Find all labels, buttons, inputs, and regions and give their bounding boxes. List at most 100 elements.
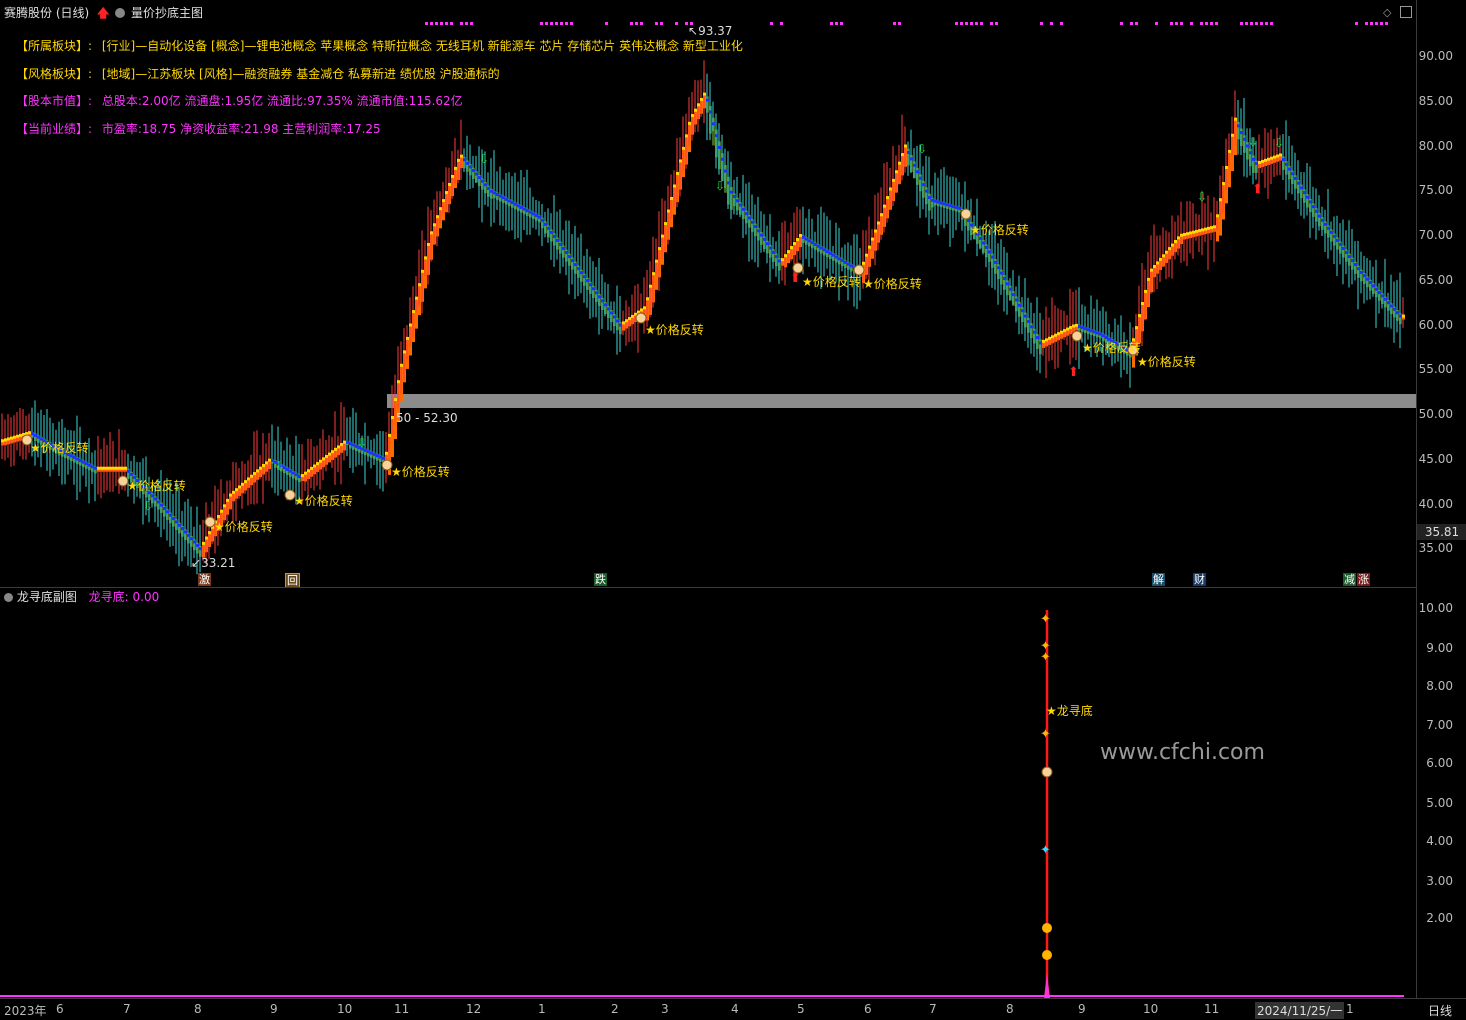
collapse-icon[interactable]: ◇ [1383, 6, 1391, 19]
trend-line-segment [1390, 304, 1393, 308]
trend-line-segment [1372, 284, 1375, 288]
top-marker [1175, 22, 1178, 25]
trend-line-segment [1378, 291, 1381, 295]
event-badge[interactable]: 财 [1193, 573, 1206, 586]
trend-line-segment [13, 435, 16, 439]
event-badge[interactable]: 减 [1343, 573, 1356, 586]
top-magenta-markers [425, 22, 1388, 25]
trend-line-segment [1393, 307, 1396, 311]
trend-line-segment [172, 517, 175, 521]
trend-line-segment [736, 199, 739, 203]
stock-name[interactable]: 赛腾股份 [4, 6, 52, 20]
trend-line-segment [445, 191, 448, 195]
top-marker [1375, 22, 1378, 25]
trend-line-segment [1312, 205, 1315, 209]
time-axis[interactable]: 2023年 6 7 8 9 10 11 12 1 2 3 4 5 6 7 8 9… [0, 998, 1466, 1020]
event-badge[interactable]: 涨 [1357, 573, 1370, 586]
top-marker [1060, 22, 1063, 25]
trend-line-segment [103, 466, 106, 470]
trend-line-segment [181, 527, 184, 531]
event-badge[interactable]: 激 [198, 573, 211, 586]
trend-line-segment [829, 251, 832, 255]
trend-line-segment [169, 513, 172, 517]
top-marker [1370, 22, 1373, 25]
gear-icon[interactable] [115, 8, 126, 18]
sub-indicator-name[interactable]: 龙寻底副图 [17, 590, 77, 604]
top-marker [995, 22, 998, 25]
trend-line-segment [952, 205, 955, 209]
event-badge[interactable]: 跌 [594, 573, 607, 586]
trend-line-segment [100, 466, 103, 470]
trend-line-segment [223, 504, 226, 508]
trend-line-segment [955, 205, 958, 209]
maximize-button[interactable] [1400, 6, 1412, 18]
trend-line-segment [388, 433, 391, 437]
trend-line-segment [1267, 157, 1270, 161]
top-marker [893, 22, 896, 25]
price-tick: 50.00 [1418, 407, 1453, 421]
trend-line-segment [370, 451, 373, 455]
trend-line-segment [310, 466, 313, 470]
price-tick: 80.00 [1418, 139, 1453, 153]
main-chart-panel[interactable]: ★价格反转 ★价格反转 ★价格反转 ★价格反转 ★价格反转 ★价格反转 ★价格反转 ★价格反转… [0, 0, 1416, 588]
event-badge[interactable]: 回 [285, 573, 300, 588]
trend-line-segment [613, 315, 616, 319]
period-button[interactable]: 日线 [1428, 1002, 1452, 1019]
dragon-bottom-chart: ✦✦✦✦✦ [0, 610, 1404, 998]
trend-line-segment [463, 158, 466, 162]
trend-line-segment [247, 477, 250, 481]
event-badge[interactable]: 解 [1152, 573, 1165, 586]
candlestick-chart[interactable]: ★价格反转★价格反转★价格反转★价格反转★价格反转★价格反转★价格反转 ★价格反转… [0, 0, 1416, 588]
trend-line-segment [1027, 319, 1030, 323]
trend-line-segment [556, 238, 559, 242]
sub-axis[interactable]: 10.00 9.00 8.00 7.00 6.00 5.00 4.00 3.00… [1416, 588, 1466, 998]
trend-line-segment [37, 435, 40, 439]
top-marker [675, 22, 678, 25]
top-marker [960, 22, 963, 25]
arrow-down-icon: ⇩ [1274, 136, 1284, 150]
trend-line-segment [202, 541, 205, 545]
time-tick: 9 [270, 1002, 278, 1016]
trend-line-segment [448, 182, 451, 186]
money-bag-icon [1071, 330, 1083, 342]
trend-line-segment [601, 299, 604, 303]
trend-line-segment [799, 234, 802, 237]
trend-line-segment [1039, 341, 1042, 345]
price-axis[interactable]: 90.00 85.00 80.00 75.00 70.00 65.00 60.0… [1416, 0, 1466, 588]
trend-line-segment [544, 222, 547, 226]
trend-line-segment [751, 220, 754, 224]
trend-line-segment [1177, 236, 1180, 240]
indicator-name[interactable]: 量价抄底主图 [131, 6, 203, 20]
trend-line-segment [562, 246, 565, 250]
arrow-up-icon[interactable]: 🡅 [97, 6, 109, 20]
trend-line-segment [1015, 298, 1018, 302]
trend-line-segment [469, 165, 472, 169]
trend-line-segment [886, 196, 889, 200]
top-marker [780, 22, 783, 25]
trend-line-segment [781, 258, 784, 262]
trend-line-segment [778, 259, 781, 263]
trend-line-segment [1381, 294, 1384, 298]
trend-line-segment [904, 144, 907, 148]
trend-line-segment [10, 436, 13, 440]
trend-line-segment [982, 241, 985, 245]
trend-line-segment [649, 284, 652, 288]
trend-line-segment [670, 197, 673, 201]
trend-line-segment [760, 233, 763, 237]
signal-label: ★价格反转 [970, 222, 1029, 237]
top-marker [1040, 22, 1043, 25]
trend-line-segment [244, 480, 247, 484]
trend-line-segment [919, 176, 922, 180]
top-marker [1240, 22, 1243, 25]
trend-line-segment [1012, 293, 1015, 297]
price-tick: 35.00 [1418, 541, 1453, 555]
trend-line-segment [514, 202, 517, 206]
gear-icon[interactable] [4, 593, 13, 602]
sub-tick: 3.00 [1426, 874, 1453, 888]
trend-line-segment [757, 229, 760, 233]
sub-tick: 10.00 [1418, 601, 1453, 615]
sub-chart-panel[interactable]: ✦ ✦ ✦ ✦ ✦ 龙寻底副图 龙寻底: 0.00 ★龙寻底 www.cfchi.com [0, 588, 1416, 998]
trend-line-segment [217, 515, 220, 519]
signal-label: ★价格反转 [1082, 340, 1141, 355]
trend-line-segment [175, 520, 178, 524]
